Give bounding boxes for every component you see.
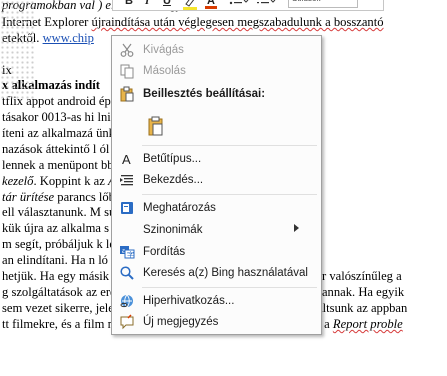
menu-item-label: Kivágás [143, 44, 184, 56]
bullets-icon [229, 0, 249, 5]
menu-item-label: Fordítás [143, 246, 186, 258]
menu-item-cut[interactable]: Kivágás [112, 40, 321, 60]
paste-keep-text-only-button[interactable] [143, 113, 167, 137]
document-text-run: an elindítani. Ha n [2, 253, 96, 267]
menu-item-label: Szinonimák [143, 224, 203, 236]
document-line[interactable]: etektől. www.chip [2, 31, 94, 46]
document-line[interactable]: Internet Explorer újraindítása után végl… [2, 15, 384, 30]
mini-toolbar: B I U A Stílusok [112, 0, 384, 11]
menu-item-label: Hiperhivatkozás... [143, 295, 235, 307]
menu-item-bing-search[interactable]: Keresés a(z) Bing használatával [112, 263, 321, 283]
document-text-run: Internet Explorer [2, 15, 92, 29]
svg-text:字: 字 [127, 250, 134, 259]
document-line[interactable]: ix [2, 63, 12, 78]
book-icon [119, 200, 135, 216]
document-text-run: ell választanunk. M [2, 205, 101, 219]
font-color-swatch [205, 6, 217, 9]
menu-item-new-comment[interactable]: Új megjegyzés [112, 312, 321, 332]
document-text-run: tár ürítése [2, 190, 55, 204]
paragraph-icon [119, 172, 135, 188]
document-text-run: ix [2, 63, 12, 77]
document-text-run: k az [84, 174, 108, 188]
document-text-run: m segít, próbáljuk [2, 237, 94, 251]
document-text-run: lennek a menüpont [2, 158, 98, 172]
document-text-run: tásakor 0013-as hi [2, 110, 95, 124]
copy-icon [119, 63, 135, 79]
document-text-run: kük újra az alkalma [2, 221, 101, 235]
context-menu: Kivágás Másolás Beillesztés beállításai: [111, 35, 322, 335]
document-line[interactable]: x alkalmazás indít [2, 78, 100, 93]
menu-item-define[interactable]: Meghatározás [112, 198, 321, 218]
styles-dropdown[interactable]: Stílusok [288, 0, 358, 8]
menu-item-hyperlink[interactable]: Hiperhivatkozás... [112, 291, 321, 311]
svg-text:A: A [122, 152, 131, 167]
menu-item-label: Betűtípus... [143, 153, 202, 165]
italic-button[interactable]: I [145, 0, 149, 10]
document-text-run: programokban val [2, 0, 95, 12]
menu-item-synonyms[interactable]: Szinonimák [112, 220, 321, 240]
menu-item-label: Bekezdés... [143, 174, 204, 186]
menu-item-copy[interactable]: Másolás [112, 61, 321, 81]
clipboard-keep-text-icon [148, 116, 164, 139]
comment-icon [119, 314, 135, 330]
submenu-arrow-icon [294, 224, 299, 232]
document-text-run: . Koppint [33, 174, 82, 188]
highlight-button[interactable] [183, 0, 197, 10]
menu-item-label: Másolás [143, 65, 186, 77]
menu-item-label: Keresés a(z) Bing használatával [143, 267, 308, 279]
menu-item-paragraph[interactable]: Bekezdés... [112, 170, 321, 190]
menu-item-label: Meghatározás [143, 202, 216, 214]
numbering-icon [257, 0, 276, 4]
menu-item-font[interactable]: A Betűtípus... [112, 149, 321, 169]
highlighter-icon [183, 0, 197, 10]
bold-button[interactable]: B [125, 0, 133, 10]
menu-item-label: Beillesztés beállításai: [143, 88, 266, 100]
document-text-run: újraindítása után véglegesen megszabadul… [91, 15, 384, 29]
search-icon [119, 265, 135, 281]
numbering-button[interactable] [256, 0, 278, 10]
document-text-run: kezelő [2, 174, 34, 188]
document-text-run: parancs [54, 190, 96, 204]
document-hyperlink[interactable]: www.chip [43, 31, 94, 45]
menu-item-label: Új megjegyzés [143, 316, 219, 328]
document-text-run: tflix appot android [2, 94, 96, 108]
document-text-run: Report proble [332, 317, 403, 331]
document-text-run: íteni az alkalmazá [2, 126, 93, 140]
font-icon: A [119, 151, 135, 167]
document-text-run: nazások áttekintő l [2, 142, 97, 156]
menu-item-translate[interactable]: a 字 Fordítás [112, 242, 321, 262]
menu-separator [142, 194, 317, 195]
scissors-icon [119, 42, 135, 58]
clipboard-icon [119, 86, 135, 102]
bullets-button[interactable] [229, 0, 249, 10]
translate-icon: a 字 [119, 244, 135, 260]
font-color-button[interactable]: A [205, 0, 217, 10]
menu-item-paste-options: Beillesztés beállításai: [112, 84, 321, 104]
document-text-run: etektől. [2, 31, 43, 45]
underline-button[interactable]: U [163, 0, 171, 10]
menu-separator [142, 287, 317, 288]
link-icon [119, 293, 135, 309]
document-text-run: x alkalmazás indít [2, 78, 100, 92]
menu-separator [142, 145, 317, 146]
